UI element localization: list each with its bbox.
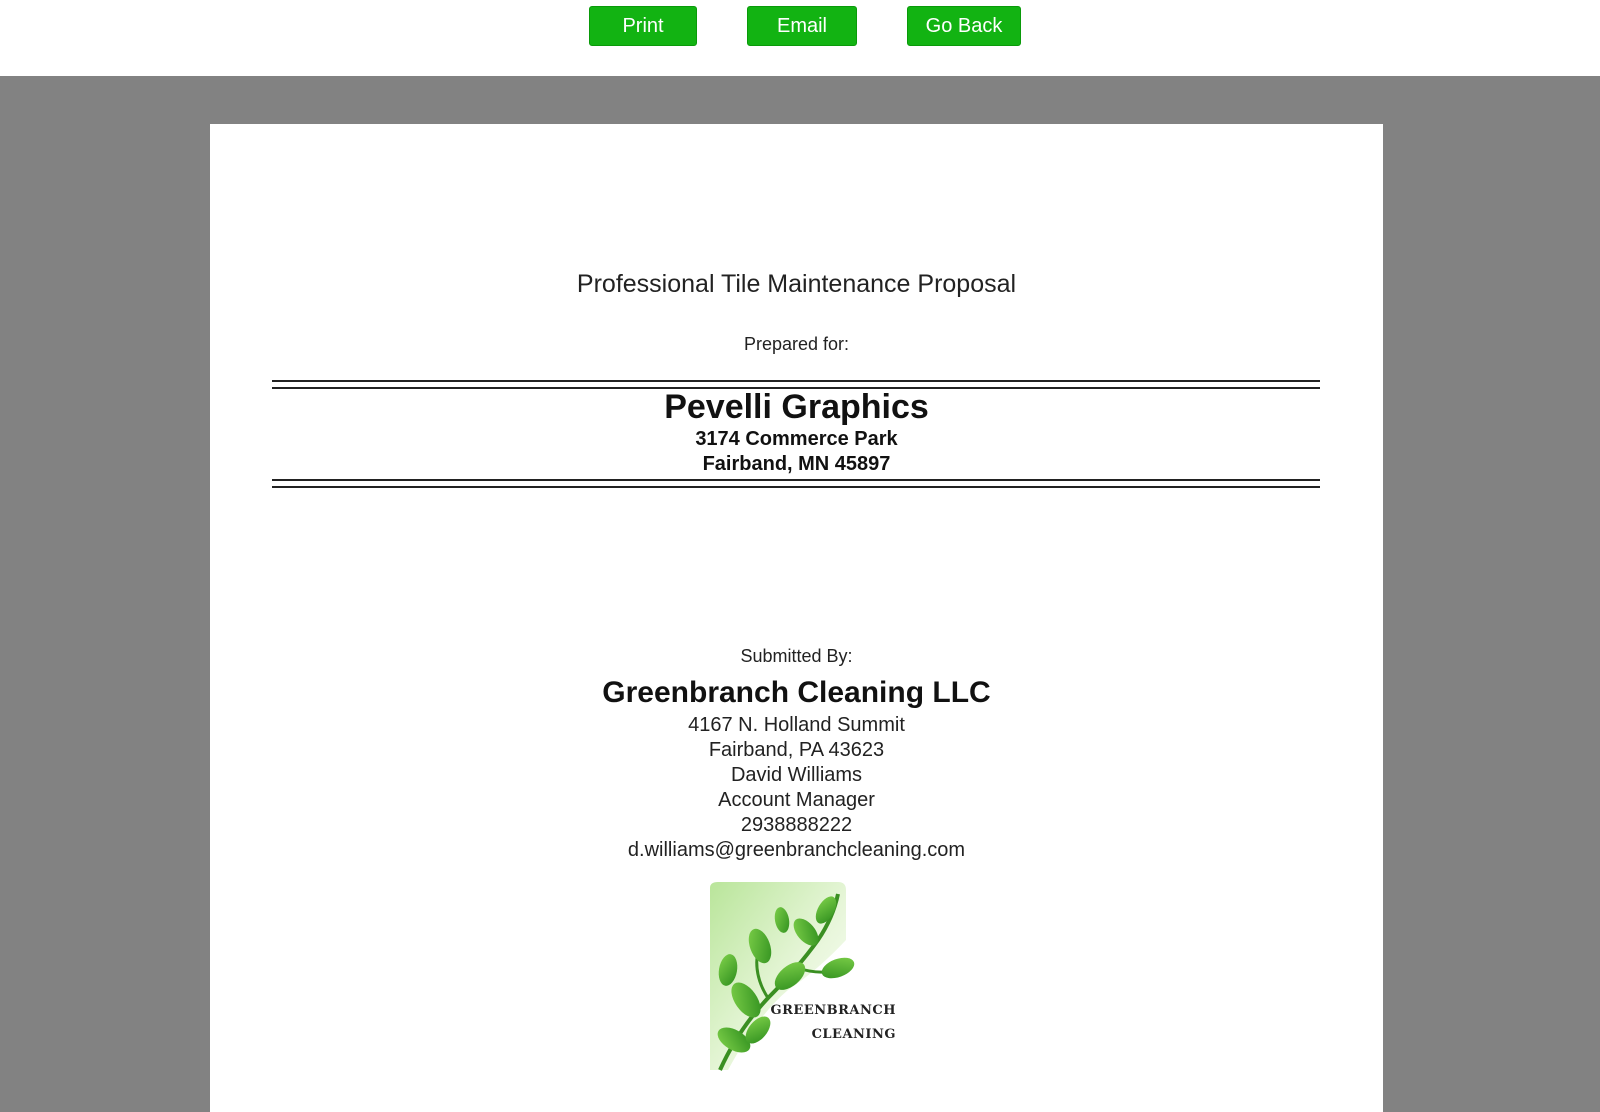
contact-title: Account Manager: [718, 789, 875, 811]
document-toolbar: Print Email Go Back: [0, 0, 1600, 76]
proposal-page: Professional Tile Maintenance Proposal P…: [210, 124, 1383, 1112]
company-name: Greenbranch Cleaning LLC: [602, 676, 991, 709]
proposal-title: Professional Tile Maintenance Proposal: [576, 270, 1017, 298]
print-button[interactable]: Print: [589, 6, 697, 46]
leaf-branch-icon: [710, 882, 855, 1071]
go-back-button[interactable]: Go Back: [907, 6, 1021, 46]
client-name: Pevelli Graphics: [664, 388, 929, 426]
divider-top-outer: [272, 380, 1320, 382]
logo-text-line1: Greenbranch: [770, 998, 896, 1019]
divider-bottom-inner: [272, 479, 1320, 481]
email-button[interactable]: Email: [747, 6, 857, 46]
contact-phone: 2938888222: [740, 814, 853, 836]
client-address-line2: Fairband, MN 45897: [702, 453, 891, 475]
company-address-line1: 4167 N. Holland Summit: [688, 714, 905, 736]
contact-name: David Williams: [730, 764, 863, 786]
logo-text-line2: Cleaning: [811, 1022, 896, 1043]
client-address-line1: 3174 Commerce Park: [695, 428, 898, 450]
company-logo: Greenbranch Cleaning: [698, 880, 898, 1080]
prepared-for-label: Prepared for:: [743, 334, 850, 354]
document-viewer[interactable]: Professional Tile Maintenance Proposal P…: [0, 76, 1600, 1112]
submitted-by-label: Submitted By:: [740, 646, 853, 666]
divider-bottom-outer: [272, 486, 1320, 488]
company-address-line2: Fairband, PA 43623: [708, 739, 885, 761]
contact-email[interactable]: d.williams@greenbranchcleaning.com: [210, 839, 1383, 862]
